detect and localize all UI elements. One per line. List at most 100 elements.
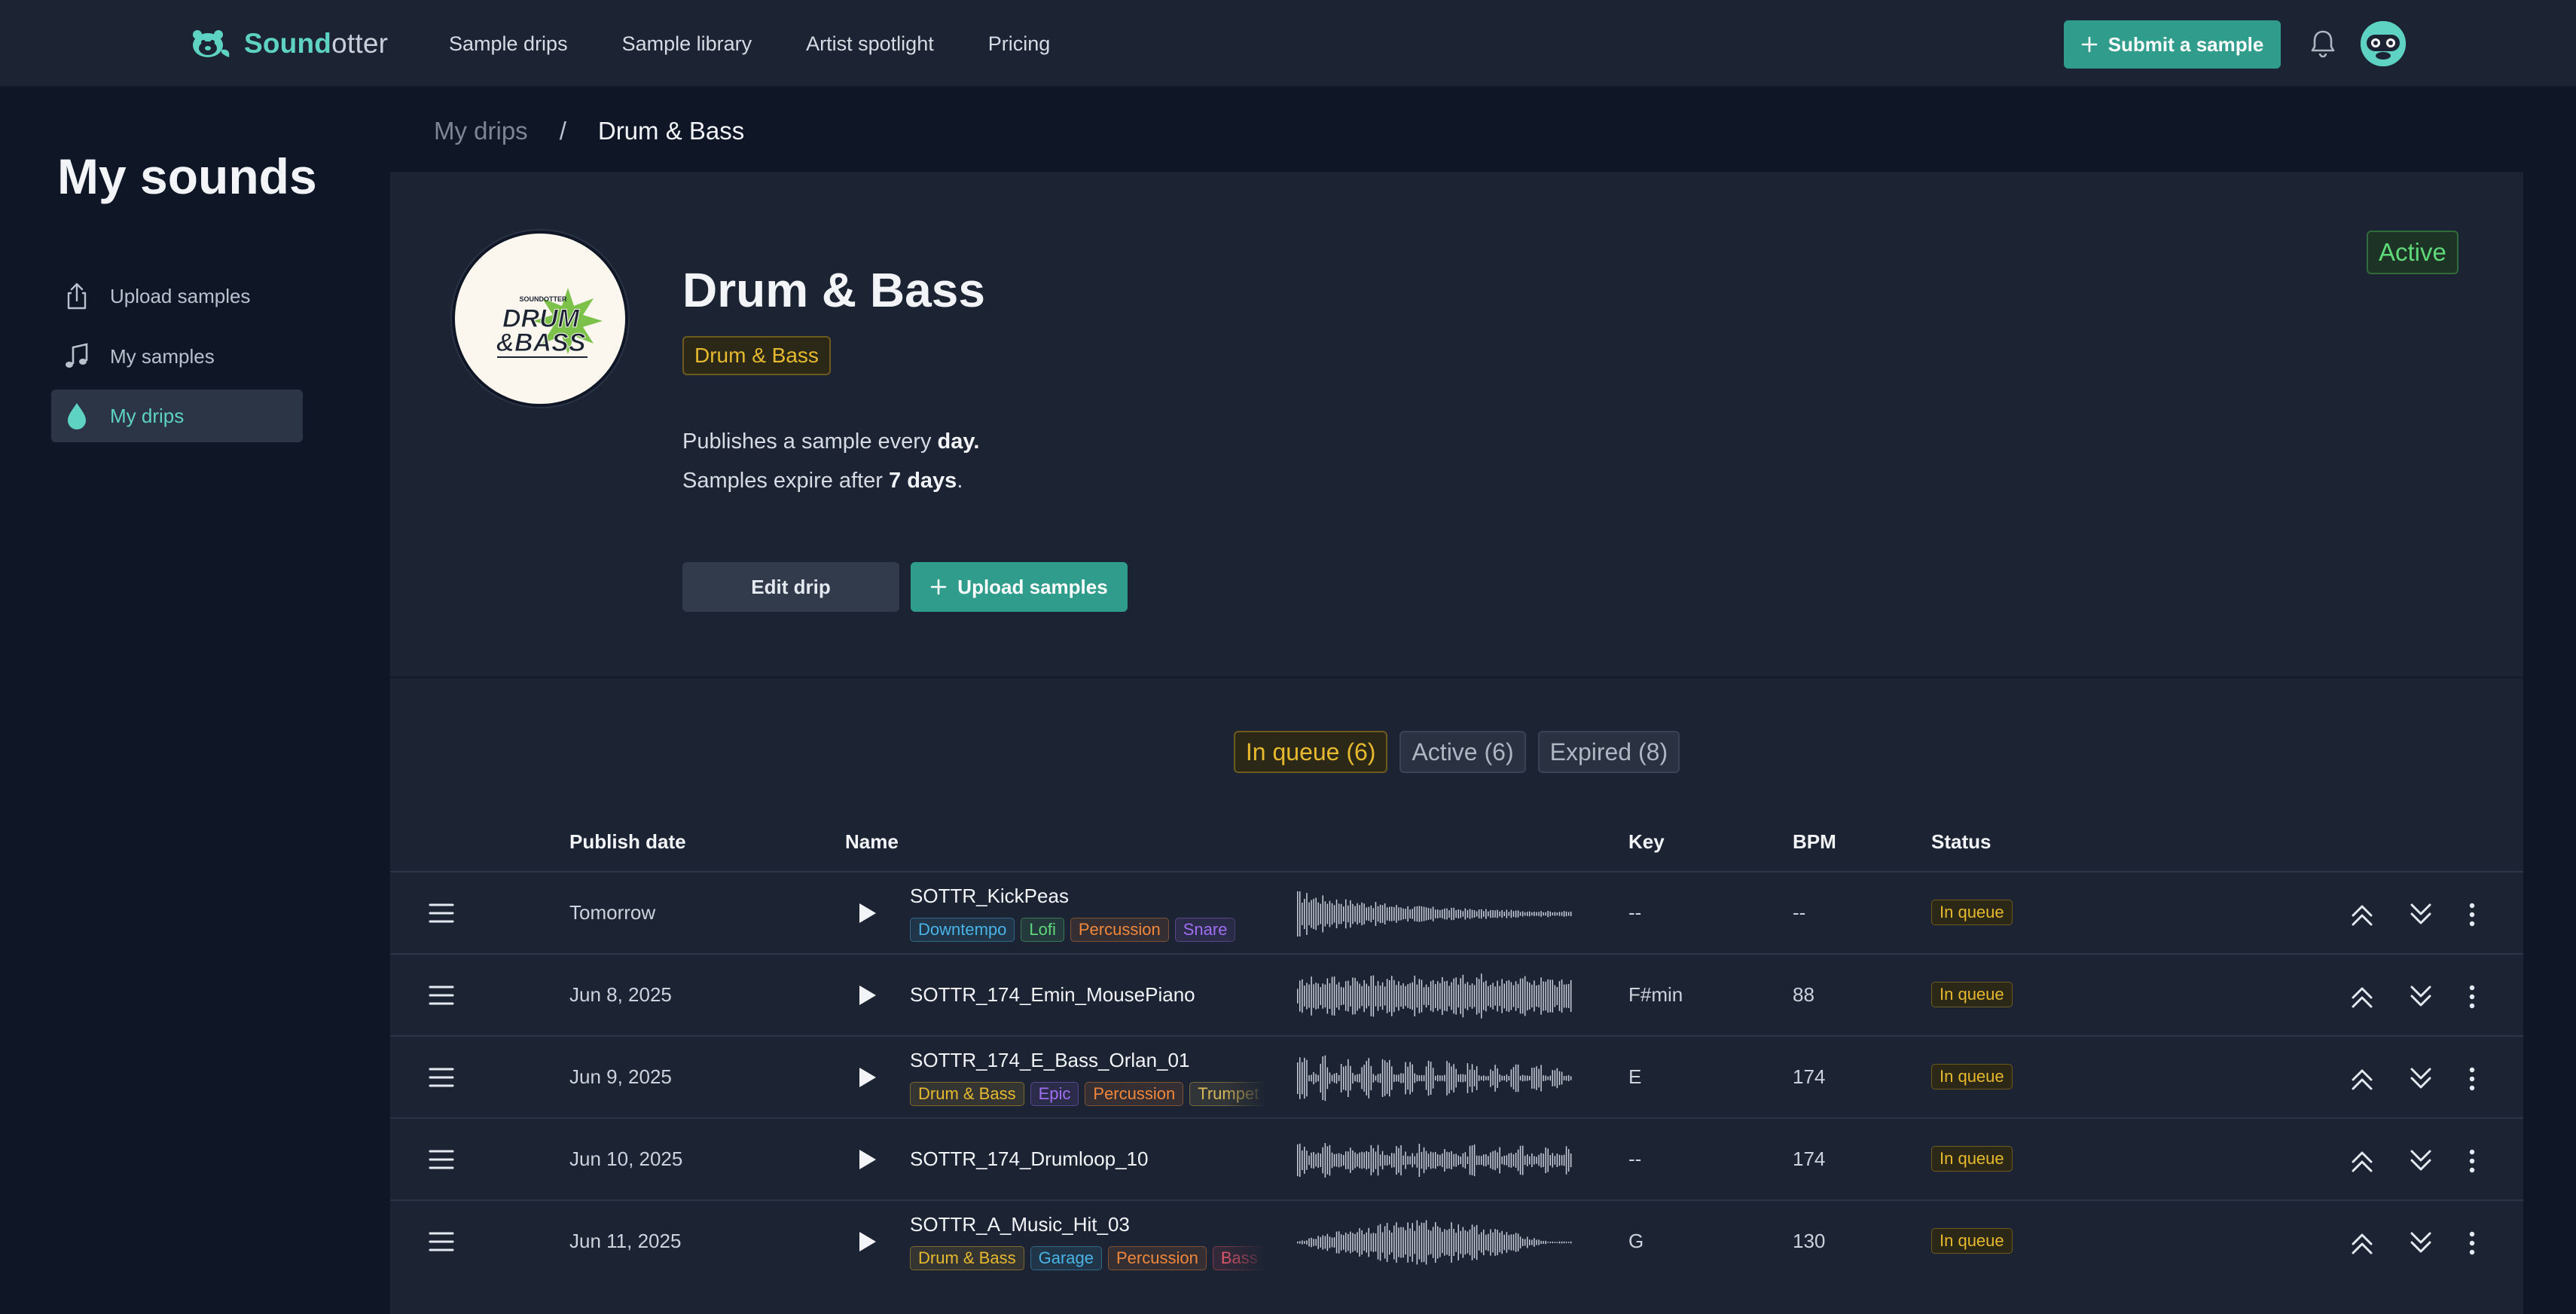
genre-tag: Epic — [1030, 1082, 1079, 1106]
waveform-bar — [1322, 983, 1323, 1009]
drag-handle-icon[interactable] — [428, 985, 455, 1006]
move-to-top-icon[interactable] — [2347, 900, 2377, 930]
play-icon[interactable] — [853, 1228, 880, 1255]
waveform[interactable] — [1297, 1216, 1573, 1269]
play-icon[interactable] — [853, 1146, 880, 1173]
table-header: Publish date Name Key BPM Status — [390, 826, 2523, 859]
waveform-bar — [1377, 906, 1379, 922]
nav-link-pricing[interactable]: Pricing — [988, 32, 1051, 56]
column-header-name[interactable]: Name — [845, 830, 899, 854]
waveform-bar — [1306, 1059, 1308, 1097]
play-icon[interactable] — [853, 1064, 880, 1091]
play-icon[interactable] — [853, 982, 880, 1009]
waveform-bar — [1570, 1241, 1572, 1244]
sample-name[interactable]: SOTTR_KickPeas — [910, 885, 1069, 908]
more-options-icon[interactable] — [2463, 1228, 2481, 1258]
waveform-bar — [1359, 1228, 1360, 1257]
table-row: Jun 8, 2025 SOTTR_174_Emin_MousePiano F#… — [390, 953, 2523, 1035]
column-header-bpm[interactable]: BPM — [1793, 830, 1836, 854]
waveform-bar — [1414, 906, 1415, 921]
status-badge: In queue — [1931, 1146, 2013, 1172]
sidebar-item-my-drips[interactable]: My drips — [51, 390, 303, 442]
waveform-bar — [1416, 984, 1418, 1008]
waveform-bar — [1453, 978, 1454, 1014]
waveform-bar — [1503, 983, 1505, 1009]
waveform-bar — [1381, 1232, 1384, 1253]
waveform-bar — [1547, 1076, 1549, 1080]
breadcrumb-link-my-drips[interactable]: My drips — [434, 117, 528, 145]
notification-bell-icon[interactable] — [2309, 29, 2336, 59]
column-header-publish-date[interactable]: Publish date — [569, 830, 686, 854]
more-options-icon[interactable] — [2463, 900, 2481, 930]
waveform-bar — [1448, 986, 1450, 1007]
move-to-bottom-icon[interactable] — [2406, 1146, 2436, 1176]
waveform-bar — [1536, 1239, 1537, 1245]
waveform-bar — [1407, 1156, 1409, 1165]
waveform[interactable] — [1297, 1052, 1573, 1105]
move-to-bottom-icon[interactable] — [2406, 982, 2436, 1012]
tab-expired[interactable]: Expired (8) — [1537, 731, 1680, 773]
sidebar-item-my-samples[interactable]: My samples — [51, 330, 303, 383]
waveform-bar — [1501, 909, 1503, 918]
nav-link-artist-spotlight[interactable]: Artist spotlight — [806, 32, 934, 56]
waveform-bar — [1462, 1074, 1464, 1083]
waveform-bar — [1338, 903, 1340, 924]
waveform-bar — [1350, 900, 1351, 928]
sample-name[interactable]: SOTTR_174_Drumloop_10 — [910, 1147, 1149, 1171]
waveform-bar — [1414, 1230, 1415, 1254]
waveform-bar — [1398, 1074, 1399, 1082]
waveform-bar — [1554, 912, 1556, 916]
waveform[interactable] — [1297, 970, 1573, 1022]
user-avatar[interactable] — [2361, 21, 2406, 66]
more-options-icon[interactable] — [2463, 982, 2481, 1012]
waveform-bar — [1311, 900, 1312, 928]
waveform-bar — [1488, 1156, 1489, 1165]
waveform-bar — [1306, 982, 1308, 1010]
move-to-bottom-icon[interactable] — [2406, 1228, 2436, 1258]
sample-name[interactable]: SOTTR_174_Emin_MousePiano — [910, 983, 1195, 1007]
sample-name[interactable]: SOTTR_174_E_Bass_Orlan_01 — [910, 1049, 1189, 1072]
tab-active[interactable]: Active (6) — [1399, 731, 1526, 773]
edit-drip-button[interactable]: Edit drip — [682, 562, 899, 612]
sidebar-item-upload-samples[interactable]: Upload samples — [51, 270, 303, 322]
waveform[interactable] — [1297, 1134, 1573, 1187]
waveform-bar — [1517, 1149, 1519, 1172]
waveform-bar — [1492, 910, 1494, 918]
column-header-status[interactable]: Status — [1931, 830, 1991, 854]
nav-link-sample-library[interactable]: Sample library — [622, 32, 752, 56]
waveform-bar — [1425, 984, 1427, 1008]
waveform-bar — [1453, 1228, 1454, 1256]
waveform-bar — [1478, 1075, 1480, 1081]
upload-samples-button[interactable]: Upload samples — [911, 562, 1128, 612]
move-to-bottom-icon[interactable] — [2406, 900, 2436, 930]
sample-name[interactable]: SOTTR_A_Music_Hit_03 — [910, 1213, 1130, 1236]
waveform-bar — [1425, 1220, 1427, 1265]
more-options-icon[interactable] — [2463, 1064, 2481, 1094]
brand-logo[interactable]: Soundotter — [190, 23, 388, 65]
move-to-top-icon[interactable] — [2347, 982, 2377, 1012]
move-to-top-icon[interactable] — [2347, 1064, 2377, 1094]
drag-handle-icon[interactable] — [428, 1231, 455, 1252]
drag-handle-icon[interactable] — [428, 1149, 455, 1170]
genre-tag: Downtempo — [910, 918, 1015, 942]
waveform-bar — [1527, 1154, 1528, 1166]
waveform-bar — [1386, 1223, 1388, 1262]
waveform-bar — [1492, 1151, 1494, 1170]
submit-sample-button[interactable]: Submit a sample — [2064, 20, 2281, 69]
nav-link-sample-drips[interactable]: Sample drips — [449, 32, 568, 56]
move-to-top-icon[interactable] — [2347, 1228, 2377, 1258]
waveform-bar — [1391, 1232, 1393, 1253]
waveform[interactable] — [1297, 888, 1573, 940]
drag-handle-icon[interactable] — [428, 1067, 455, 1088]
sidebar-item-label: Upload samples — [110, 284, 251, 307]
waveform-bar — [1448, 910, 1450, 918]
drag-handle-icon[interactable] — [428, 903, 455, 924]
move-to-bottom-icon[interactable] — [2406, 1064, 2436, 1094]
play-icon[interactable] — [853, 900, 880, 927]
waveform-bar — [1297, 1062, 1299, 1094]
more-options-icon[interactable] — [2463, 1146, 2481, 1176]
waveform-bar — [1331, 1237, 1333, 1248]
tab-in-queue[interactable]: In queue (6) — [1233, 731, 1388, 773]
column-header-key[interactable]: Key — [1628, 830, 1665, 854]
move-to-top-icon[interactable] — [2347, 1146, 2377, 1176]
